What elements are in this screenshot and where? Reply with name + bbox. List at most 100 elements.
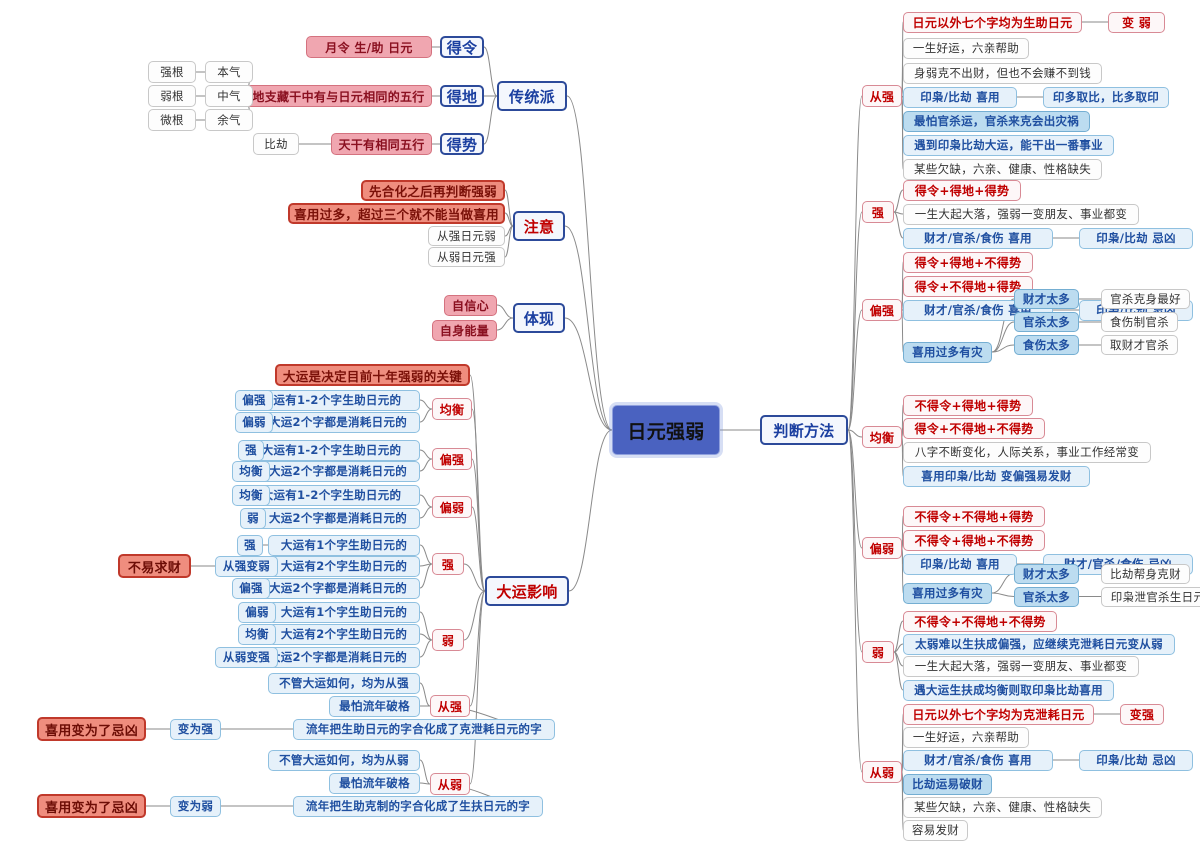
attention-item-2: 从强日元弱	[428, 226, 505, 246]
luck-from-1-1: 均衡	[232, 460, 270, 482]
root-strength-2: 微根	[148, 109, 196, 131]
luck-from-4-0: 偏弱	[238, 601, 276, 623]
right-subchild-4-3-1: 印枭泄官杀生日元	[1101, 586, 1200, 607]
luck-cond-1-1: 大运2个字都是消耗日元的	[256, 460, 420, 482]
branch-manifest[interactable]: 体现	[513, 303, 565, 333]
luck-result-3: 强	[432, 553, 464, 575]
right-item-4-1: 不得令+得地+不得势	[903, 529, 1045, 551]
root-qi-0: 本气	[205, 61, 253, 83]
luck-cond-3-2: 大运2个字都是消耗日元的	[256, 577, 420, 599]
right-child-0-3: 印多取比，比多取印	[1043, 86, 1169, 108]
luck-cond-6-2: 流年把生助克制的字合化成了生扶日元的字	[293, 795, 543, 817]
right-item-6-3: 比劫运易破财	[903, 773, 992, 795]
right-item-1-2: 财才/官杀/食伤 喜用	[903, 227, 1053, 249]
right-subchild-2-3-1: 食伤制官杀	[1101, 312, 1178, 332]
right-subchild-2-3-0: 官杀克身最好	[1101, 289, 1190, 309]
right-branch-均衡: 均衡	[862, 426, 902, 448]
traditional-row-label-1[interactable]: 得地	[440, 85, 484, 107]
luck-from-2-1: 弱	[240, 507, 266, 529]
right-item-3-0: 不得令+得地+得势	[903, 394, 1033, 416]
luck-result-4: 弱	[432, 629, 464, 651]
luck-cond-5-2: 流年把生助日元的字合化成了克泄耗日元的字	[293, 718, 555, 740]
attention-item-1: 喜用过多，超过三个就不能当做喜用	[288, 202, 505, 224]
luck-result-1: 偏强	[432, 448, 472, 470]
right-branch-偏弱: 偏弱	[862, 537, 902, 559]
luck-from-1-0: 强	[238, 439, 264, 461]
right-item-5-2: 一生大起大落，强弱一变朋友、事业都变	[903, 655, 1139, 677]
right-item-0-4: 最怕官杀运，官杀来克会出灾祸	[903, 110, 1090, 132]
luck-result-0: 均衡	[432, 398, 472, 420]
right-sub-4-3-1: 官杀太多	[1014, 586, 1079, 607]
luck-from-5-2: 变为强	[170, 718, 221, 740]
right-sub-2-3-2: 食伤太多	[1014, 335, 1079, 355]
right-item-0-1: 一生好运，六亲帮助	[903, 37, 1029, 59]
luck-cond-1-0: 大运有1-2个字生助日元的	[243, 439, 420, 461]
luck-cond-6-0: 不管大运如何，均为从弱	[268, 749, 420, 771]
luck-cond-3-1: 大运有2个字生助日元的	[268, 555, 420, 577]
luck-from-0-0: 偏强	[235, 389, 273, 411]
right-item-1-1: 一生大起大落，强弱一变朋友、事业都变	[903, 203, 1139, 225]
right-branch-偏强: 偏强	[862, 299, 902, 321]
right-item-3-3: 喜用印枭/比劫 变偏强易发财	[903, 465, 1090, 487]
right-item-0-3: 印枭/比劫 喜用	[903, 86, 1017, 108]
root-qi-1: 中气	[205, 85, 253, 107]
right-item-6-2: 财才/官杀/食伤 喜用	[903, 749, 1053, 771]
root-node: 日元强弱	[612, 405, 720, 455]
right-item-3-2: 八字不断变化，人际关系，事业工作经常变	[903, 441, 1151, 463]
right-sub-4-3-0: 财才太多	[1014, 563, 1079, 584]
luck-extra-6-2: 喜用变为了忌凶	[37, 794, 146, 818]
manifest-item-1: 自身能量	[432, 319, 497, 341]
luck-from-0-1: 偏弱	[235, 411, 273, 433]
right-child-0-0: 变 弱	[1108, 11, 1165, 33]
branch-luck[interactable]: 大运影响	[485, 576, 569, 606]
right-item-2-3: 喜用过多有灾	[903, 341, 992, 363]
right-item-0-0: 日元以外七个字均为生助日元	[903, 11, 1082, 33]
luck-cond-4-2: 大运2个字都是消耗日元的	[256, 646, 420, 668]
luck-extra-5-2: 喜用变为了忌凶	[37, 717, 146, 741]
traditional-row-label-2[interactable]: 得势	[440, 133, 484, 155]
luck-cond-4-0: 大运有1个字生助日元的	[268, 601, 420, 623]
right-branch-从强: 从强	[862, 85, 902, 107]
right-item-4-3: 喜用过多有灾	[903, 582, 992, 604]
luck-from-2-0: 均衡	[232, 484, 270, 506]
luck-cond-0-1: 大运2个字都是消耗日元的	[256, 411, 420, 433]
luck-cond-3-0: 大运有1个字生助日元的	[268, 534, 420, 556]
root-qi-2: 余气	[205, 109, 253, 131]
right-item-6-4: 某些欠缺，六亲、健康、性格缺失	[903, 796, 1102, 818]
luck-cond-5-1: 最怕流年破格	[329, 695, 420, 717]
attention-item-0: 先合化之后再判断强弱	[361, 179, 505, 201]
right-sub-2-3-0: 财才太多	[1014, 289, 1079, 309]
branch-traditional[interactable]: 传统派	[497, 81, 567, 111]
manifest-item-0: 自信心	[444, 294, 497, 316]
luck-cond-6-1: 最怕流年破格	[329, 772, 420, 794]
right-item-6-0: 日元以外七个字均为克泄耗日元	[903, 703, 1094, 725]
right-child-6-0: 变强	[1120, 703, 1164, 725]
branch-attention[interactable]: 注意	[513, 211, 565, 241]
right-subchild-2-3-2: 取财才官杀	[1101, 335, 1178, 355]
right-branch-强: 强	[862, 201, 894, 223]
root-strength-1: 弱根	[148, 85, 196, 107]
mindmap-canvas: 日元强弱 判断方法 传统派 得令 月令 生/助 日元 得地 地支藏干中有与日元相同的五行 本气…	[0, 0, 1200, 857]
right-item-0-5: 遇到印枭比劫大运，能干出一番事业	[903, 134, 1114, 156]
node-judgement-method[interactable]: 判断方法	[760, 415, 848, 445]
luck-cond-2-1: 大运2个字都是消耗日元的	[256, 507, 420, 529]
traditional-row-label-0[interactable]: 得令	[440, 36, 484, 58]
right-item-0-6: 某些欠缺，六亲、健康、性格缺失	[903, 158, 1102, 180]
right-item-5-1: 太弱难以生扶成偏强，应继续克泄耗日元变从弱	[903, 633, 1175, 655]
luck-result-5: 从强	[430, 695, 470, 717]
right-item-6-5: 容易发财	[903, 819, 968, 841]
right-item-6-1: 一生好运，六亲帮助	[903, 726, 1029, 748]
luck-from-6-2: 变为弱	[170, 795, 221, 817]
right-branch-弱: 弱	[862, 641, 894, 663]
luck-from-3-1: 从强变弱	[215, 555, 278, 577]
root-strength-0: 强根	[148, 61, 196, 83]
luck-from-3-0: 强	[237, 534, 263, 556]
luck-from-3-2: 偏强	[232, 577, 270, 599]
bijie-node: 比劫	[253, 133, 299, 155]
luck-from-4-2: 从弱变强	[215, 646, 278, 668]
traditional-row-detail-1: 地支藏干中有与日元相同的五行	[245, 85, 432, 107]
right-subchild-4-3-0: 比劫帮身克财	[1101, 563, 1190, 584]
right-item-5-3: 遇大运生扶成均衡则取印枭比劫喜用	[903, 679, 1114, 701]
right-item-5-0: 不得令+不得地+不得势	[903, 610, 1057, 632]
right-item-0-2: 身弱克不出财，但也不会赚不到钱	[903, 62, 1102, 84]
